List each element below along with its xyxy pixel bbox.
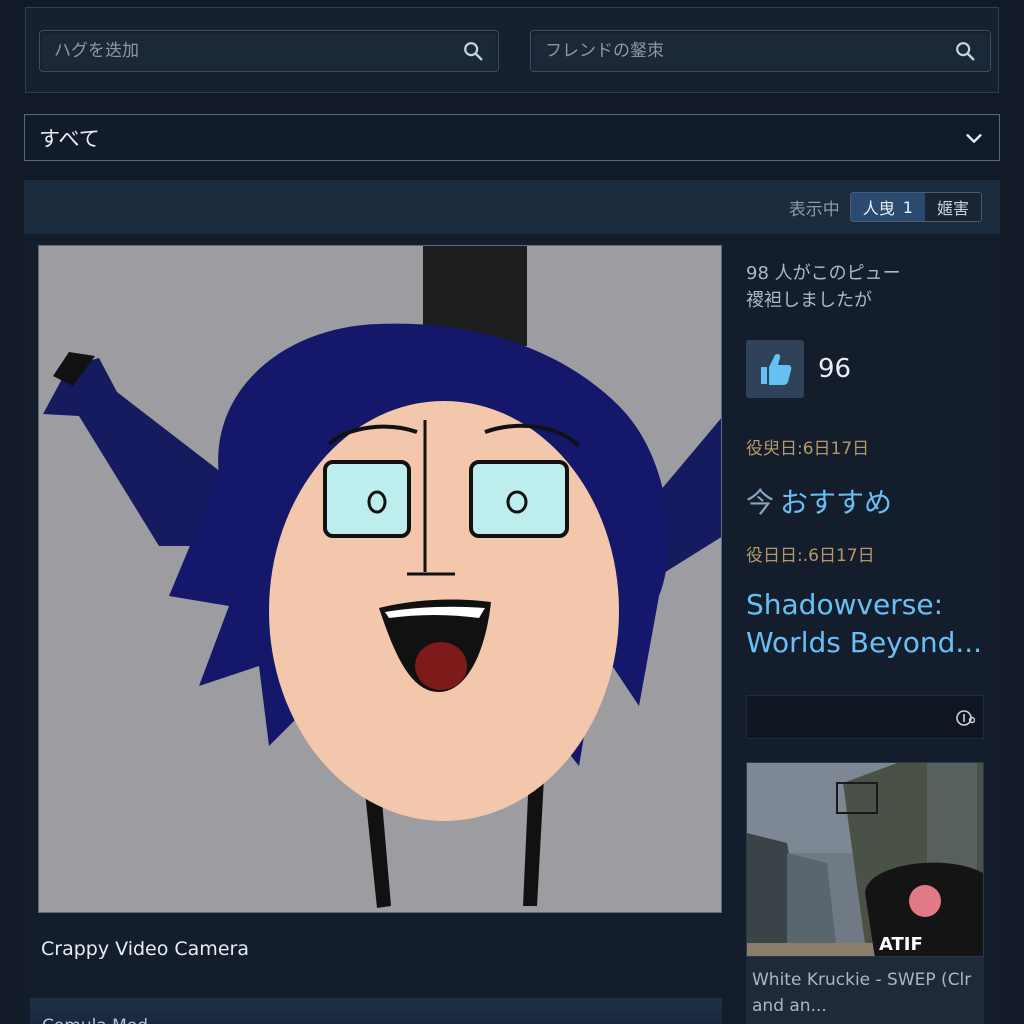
- hug-search-input[interactable]: [54, 41, 462, 61]
- updated-date: 役日日:.6日17日: [746, 546, 875, 566]
- thumbs-up-icon: [761, 354, 792, 385]
- toggle-other-label: 嫟害: [936, 199, 969, 218]
- related-thumbnail-image: ATIF: [747, 763, 983, 956]
- thumbs-up-count: 96: [818, 354, 852, 384]
- friend-search-input[interactable]: [545, 41, 954, 61]
- helpful-line-2: 禝袒しましたが: [746, 290, 872, 311]
- recommendation: 今 おすすめ: [746, 481, 986, 521]
- view-toggle[interactable]: 人曳 1 嫟害: [849, 192, 982, 222]
- toggle-people-option[interactable]: 人曳 1: [850, 193, 925, 221]
- helpful-line-1: 98 人がこのピュー: [746, 263, 901, 284]
- related-title-line-1: White Kruckie - SWEP (Clr: [752, 970, 972, 990]
- award-bar[interactable]: [746, 695, 984, 739]
- posted-date: 役臾日:6日17日: [746, 439, 870, 459]
- panel-header: 表示中 人曳 1 嫟害: [24, 180, 1000, 234]
- helpful-count-text: 98 人がこのピュー 禝袒しましたが: [746, 260, 986, 314]
- activity-panel: 表示中 人曳 1 嫟害 Crappy Video Camera 98 人がこのピ…: [24, 180, 1000, 1024]
- next-item-strip[interactable]: Comula Mod...: [30, 998, 722, 1024]
- filter-dropdown[interactable]: すべて: [24, 114, 1000, 161]
- card-sign-text: ATIF: [879, 934, 923, 955]
- cartoon-illustration: [39, 246, 721, 912]
- search-icon[interactable]: [462, 40, 484, 62]
- screenshot-caption: Crappy Video Camera: [41, 938, 249, 960]
- filter-selected-label: すべて: [39, 126, 100, 151]
- recommend-label: おすすめ: [780, 486, 893, 519]
- search-icon[interactable]: [954, 40, 976, 62]
- toggle-other-option[interactable]: 嫟害: [924, 193, 981, 221]
- recommend-icon: 今: [746, 486, 775, 519]
- review-sidebar: 98 人がこのピュー 禝袒しましたが 96 役臾日:6日17日 今 おすすめ 役…: [746, 260, 986, 1024]
- hug-search-field[interactable]: [39, 30, 499, 72]
- toggle-number: 1: [902, 197, 913, 217]
- friend-search-field[interactable]: [530, 30, 991, 72]
- thumbs-up-row: 96: [746, 340, 986, 398]
- next-item-text: Comula Mod...: [42, 1016, 164, 1024]
- award-glyph-icon: [956, 710, 975, 726]
- thumbs-up-button[interactable]: [746, 340, 804, 398]
- search-panel: [25, 7, 999, 93]
- screenshot-image[interactable]: [38, 245, 722, 913]
- game-title-link[interactable]: Shadowverse: Worlds Beyond...: [746, 586, 986, 662]
- related-title-line-2: and an...: [752, 996, 827, 1016]
- related-item-thumbnail[interactable]: ATIF: [746, 762, 984, 957]
- related-item-title[interactable]: White Kruckie - SWEP (Clr and an...: [746, 957, 984, 1024]
- showing-label: 表示中: [788, 199, 840, 220]
- toggle-people-label: 人曳: [862, 199, 895, 218]
- award-icon: [955, 709, 975, 727]
- chevron-down-icon[interactable]: [963, 127, 985, 149]
